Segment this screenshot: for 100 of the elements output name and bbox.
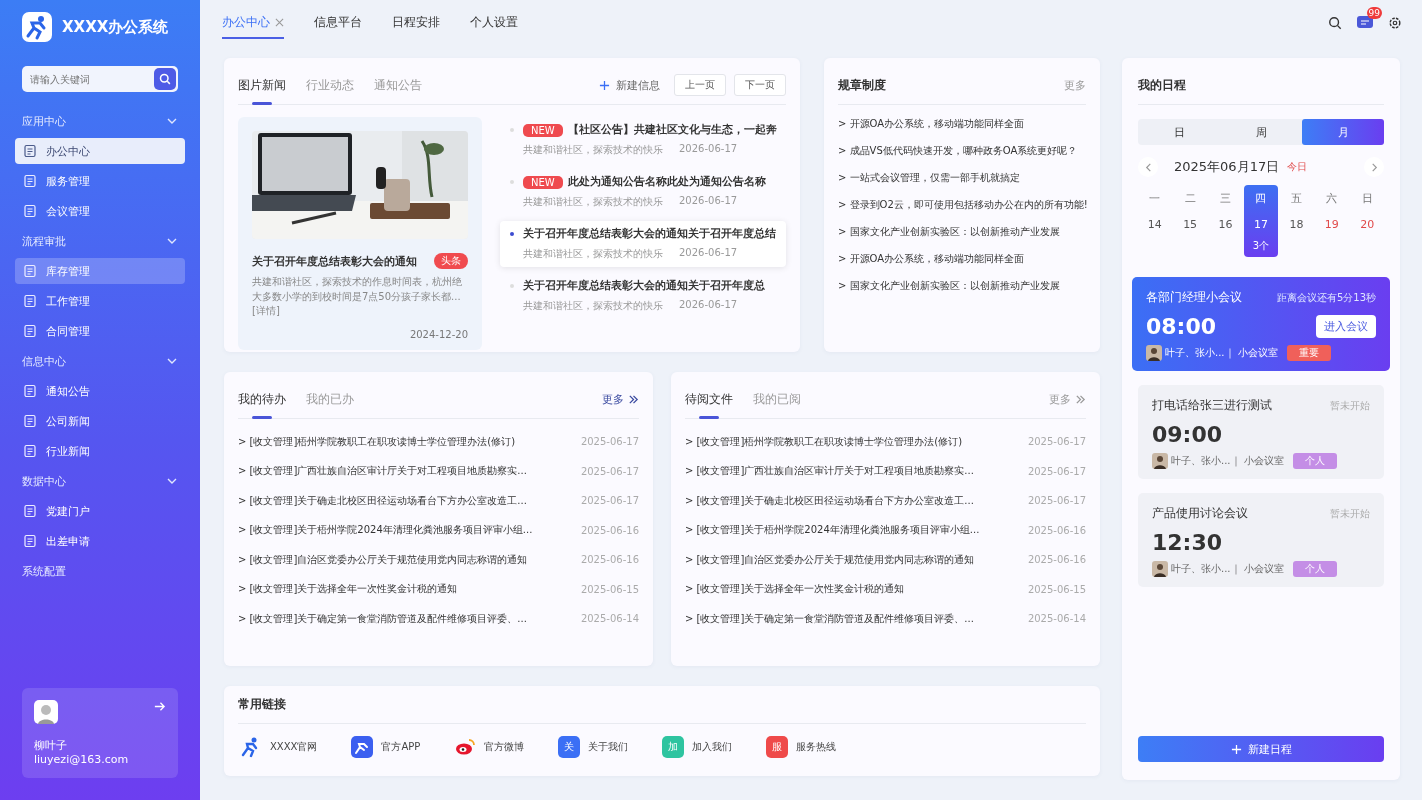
event-card[interactable]: 产品使用讨论会议 暂未开始 12:30 叶子、张小...｜ 小会议室 个人: [1138, 493, 1384, 587]
page-tab[interactable]: 个人设置: [470, 7, 518, 39]
double-chevron-icon: [1075, 393, 1086, 405]
nav-item[interactable]: 合同管理: [15, 318, 185, 344]
view-tab[interactable]: 日: [1138, 119, 1220, 145]
news-item[interactable]: 关于召开年度总结表彰大会的通知关于召开年度总结 共建和谐社区，探索技术的快乐 2026-06-17: [500, 221, 786, 267]
next-page-button[interactable]: 下一页: [734, 74, 786, 96]
nav-group-header[interactable]: 应用中心: [0, 106, 200, 136]
news-date: 2026-06-17: [679, 143, 738, 156]
rule-link[interactable]: > 一站式会议管理，仅需一部手机就搞定: [838, 171, 1086, 185]
document-icon: [23, 324, 37, 338]
nav-item[interactable]: 党建门户: [15, 498, 185, 524]
document-link[interactable]: > [收文管理]关于确走北校区田径运动场看台下方办公室改造工...: [685, 493, 974, 508]
nav-item[interactable]: 通知公告: [15, 378, 185, 404]
feature-title[interactable]: 关于召开年度总结表彰大会的通知: [252, 253, 417, 269]
event-time: 08:00: [1146, 314, 1217, 339]
rule-link[interactable]: > 国家文化产业创新实验区：以创新推动产业发展: [838, 225, 1086, 239]
document-link[interactable]: > [收文管理]关于确定第一食堂消防管道及配件维修项目评委、...: [685, 611, 974, 626]
document-link[interactable]: > [收文管理]广西壮族自治区审计厅关于对工程项目地质勘察实...: [685, 464, 974, 479]
document-icon: [23, 174, 37, 188]
document-link[interactable]: > [收文管理]关于梧州学院2024年清理化粪池服务项目评审小组...: [685, 523, 980, 538]
nav-item[interactable]: 工作管理: [15, 288, 185, 314]
nav-item[interactable]: 服务管理: [15, 168, 185, 194]
document-date: 2025-06-15: [1027, 583, 1086, 595]
new-schedule-button[interactable]: 新建日程: [1138, 736, 1384, 762]
card-title: 规章制度: [838, 76, 886, 94]
calendar-day[interactable]: 日 20: [1350, 185, 1384, 257]
rule-link[interactable]: > 开源OA办公系统，移动端功能同样全面: [838, 117, 1086, 131]
task-tab[interactable]: 待阅文件: [685, 380, 733, 418]
document-date: 2025-06-17: [580, 495, 639, 507]
nav-group-header[interactable]: 信息中心: [0, 346, 200, 376]
today-link[interactable]: 今日: [1287, 160, 1308, 174]
document-link[interactable]: > [收文管理]梧州学院教职工在职攻读博士学位管理办法(修订): [238, 434, 516, 449]
news-source: 共建和谐社区，探索技术的快乐: [523, 195, 663, 209]
nav-item[interactable]: 公司新闻: [15, 408, 185, 434]
search-icon[interactable]: [1328, 16, 1342, 30]
calendar-day[interactable]: 三 16: [1208, 185, 1243, 257]
avatar-icon: [34, 700, 58, 724]
settings-icon[interactable]: [1388, 16, 1402, 30]
calendar-day[interactable]: 四 17 3个: [1244, 185, 1278, 257]
quick-link[interactable]: 官方微博: [454, 736, 525, 758]
quick-link[interactable]: 官方APP: [351, 736, 421, 758]
event-card[interactable]: 各部门经理小会议 距离会议还有5分13秒 08:00 进入会议 叶子、张小...｜ 小会议室 重要: [1132, 277, 1390, 371]
nav-group-header[interactable]: 流程审批: [0, 226, 200, 256]
document-link[interactable]: > [收文管理]广西壮族自治区审计厅关于对工程项目地质勘察实...: [238, 464, 527, 479]
document-date: 2025-06-15: [580, 583, 639, 595]
calendar-day[interactable]: 六 19: [1315, 185, 1349, 257]
calendar-day[interactable]: 二 15: [1173, 185, 1207, 257]
calendar-day[interactable]: 一 14: [1138, 185, 1172, 257]
nav-link[interactable]: 系统配置: [0, 556, 200, 586]
quick-link[interactable]: 加 加入我们: [662, 736, 733, 758]
document-link[interactable]: > [收文管理]关于确定第一食堂消防管道及配件维修项目评委、...: [238, 611, 527, 626]
task-tab[interactable]: 我的待办: [238, 380, 286, 418]
calendar-day[interactable]: 五 18: [1279, 185, 1314, 257]
event-title: 产品使用讨论会议: [1152, 505, 1248, 522]
document-link[interactable]: > [收文管理]关于梧州学院2024年清理化粪池服务项目评审小组...: [238, 523, 533, 538]
nav-item[interactable]: 出差申请: [15, 528, 185, 554]
search-button[interactable]: [154, 68, 176, 90]
news-item[interactable]: NEW 【社区公告】共建社区文化与生态，一起奔 共建和谐社区，探索技术的快乐 2026-06-17: [500, 117, 786, 163]
rule-link[interactable]: > 成品VS低代码快速开发，哪种政务OA系统更好呢？: [838, 144, 1086, 158]
news-date: 2026-06-17: [679, 247, 738, 260]
document-date: 2025-06-17: [580, 436, 639, 448]
rule-link[interactable]: > 国家文化产业创新实验区：以创新推动产业发展: [838, 279, 1086, 293]
rule-link[interactable]: > 开源OA办公系统，移动端功能同样全面: [838, 252, 1086, 266]
news-tab[interactable]: 图片新闻: [238, 66, 286, 104]
news-item[interactable]: 关于召开年度总结表彰大会的通知关于召开年度总 共建和谐社区，探索技术的快乐 2026-06-17: [500, 273, 786, 319]
room-name: 小会议室: [1243, 454, 1284, 468]
previous-page-button[interactable]: 上一页: [674, 74, 726, 96]
room-name: 小会议室: [1243, 562, 1284, 576]
page-tab[interactable]: 办公中心: [222, 7, 284, 39]
document-link[interactable]: > [收文管理]关于选择全年一次性奖金计税的通知: [238, 582, 458, 597]
quick-link[interactable]: 服 服务热线: [766, 736, 837, 758]
new-info-button[interactable]: 新建信息: [593, 76, 666, 94]
document-link[interactable]: > [收文管理]自治区党委办公厅关于规范使用党内同志称谓的通知: [238, 552, 528, 567]
join-meeting-button[interactable]: 进入会议: [1316, 315, 1376, 338]
news-source: 共建和谐社区，探索技术的快乐: [523, 299, 663, 313]
arrow-right-icon[interactable]: [153, 700, 166, 713]
news-item[interactable]: NEW 此处为通知公告名称此处为通知公告名称 共建和谐社区，探索技术的快乐 2026-06-17: [500, 169, 786, 215]
quick-link[interactable]: 关 关于我们: [558, 736, 629, 758]
more-link[interactable]: 更多: [602, 391, 639, 407]
document-link[interactable]: > [收文管理]梧州学院教职工在职攻读博士学位管理办法(修订): [685, 434, 963, 449]
view-tab[interactable]: 周: [1220, 119, 1302, 145]
quick-link[interactable]: XXXX官网: [240, 736, 318, 758]
feature-card[interactable]: 关于召开年度总结表彰大会的通知 头条 共建和谐社区，探索技术的作息时间表，杭州绝大多数小学的到校时间是7点50分孩子家长都...[详情] 2024-12-20: [238, 117, 482, 350]
event-card[interactable]: 打电话给张三进行测试 暂未开始 09:00 叶子、张小...｜ 小会议室 个人: [1138, 385, 1384, 479]
nav-item[interactable]: 行业新闻: [15, 438, 185, 464]
page-tab[interactable]: 信息平台: [314, 7, 362, 39]
rule-link[interactable]: > 登录到O2云，即可使用包括移动办公在内的所有功能!: [838, 198, 1086, 212]
document-link[interactable]: > [收文管理]关于确走北校区田径运动场看台下方办公室改造工...: [238, 493, 527, 508]
page-tab[interactable]: 日程安排: [392, 7, 440, 39]
document-date: 2025-06-17: [1027, 465, 1086, 477]
nav-group-header[interactable]: 数据中心: [0, 466, 200, 496]
app-title: XXXX办公系统: [62, 17, 169, 37]
nav-item[interactable]: 办公中心: [15, 138, 185, 164]
document-link[interactable]: > [收文管理]自治区党委办公厅关于规范使用党内同志称谓的通知: [685, 552, 975, 567]
message-icon[interactable]: [1356, 15, 1374, 31]
view-tab[interactable]: 月: [1302, 119, 1384, 145]
document-icon: [23, 444, 37, 458]
document-link[interactable]: > [收文管理]关于选择全年一次性奖金计税的通知: [685, 582, 905, 597]
nav-item[interactable]: 会议管理: [15, 198, 185, 224]
